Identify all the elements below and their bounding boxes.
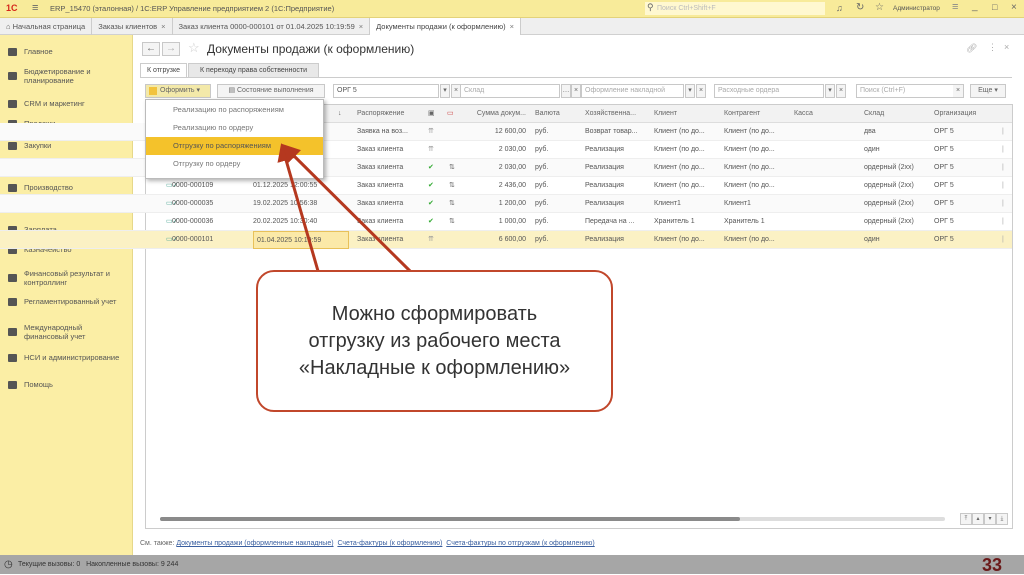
callout-box: Можно сформировать отгрузку из рабочего … — [256, 270, 613, 412]
callout-line: «Накладные к оформлению» — [298, 356, 571, 379]
arrow-line — [277, 143, 320, 272]
callout-line: Можно сформировать — [331, 302, 538, 325]
arrow-line — [281, 143, 412, 273]
callout-line: отгрузку из рабочего места — [308, 329, 561, 352]
